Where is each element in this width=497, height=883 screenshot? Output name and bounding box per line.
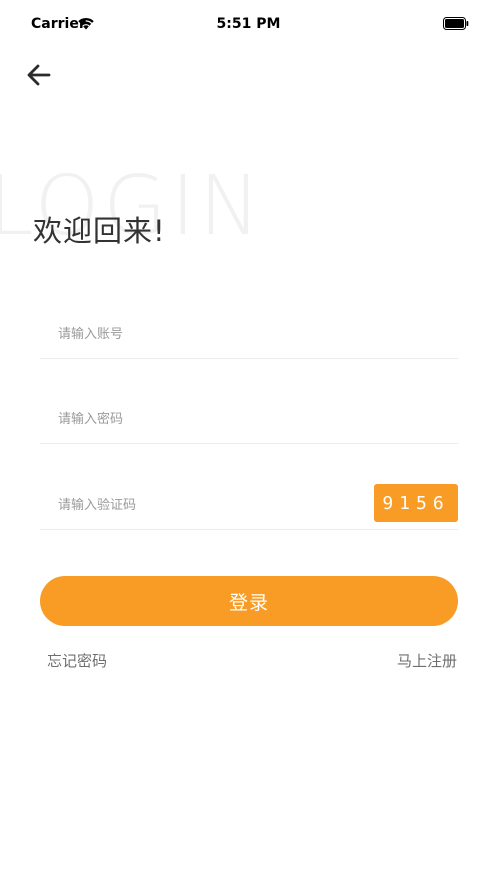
- clock-time: 5:51 PM: [216, 16, 281, 32]
- register-link[interactable]: 马上注册: [397, 650, 457, 671]
- captcha-code-button[interactable]: 9156: [374, 484, 458, 522]
- login-screen: Carrier 5:51 PM LOGIN 欢迎回来! 9156 登录 忘记密码…: [0, 0, 497, 883]
- forgot-password-link[interactable]: 忘记密码: [47, 650, 107, 671]
- login-button[interactable]: 登录: [40, 576, 458, 626]
- page-title: 欢迎回来!: [33, 214, 166, 248]
- password-field: [40, 394, 458, 444]
- password-input[interactable]: [58, 404, 368, 434]
- captcha-input[interactable]: [58, 490, 368, 520]
- captcha-field: 9156: [40, 480, 458, 530]
- account-input[interactable]: [58, 319, 368, 349]
- arrow-left-icon[interactable]: [24, 60, 54, 90]
- battery-icon: [443, 17, 469, 30]
- account-field: [40, 309, 458, 359]
- status-bar: Carrier 5:51 PM: [0, 0, 497, 48]
